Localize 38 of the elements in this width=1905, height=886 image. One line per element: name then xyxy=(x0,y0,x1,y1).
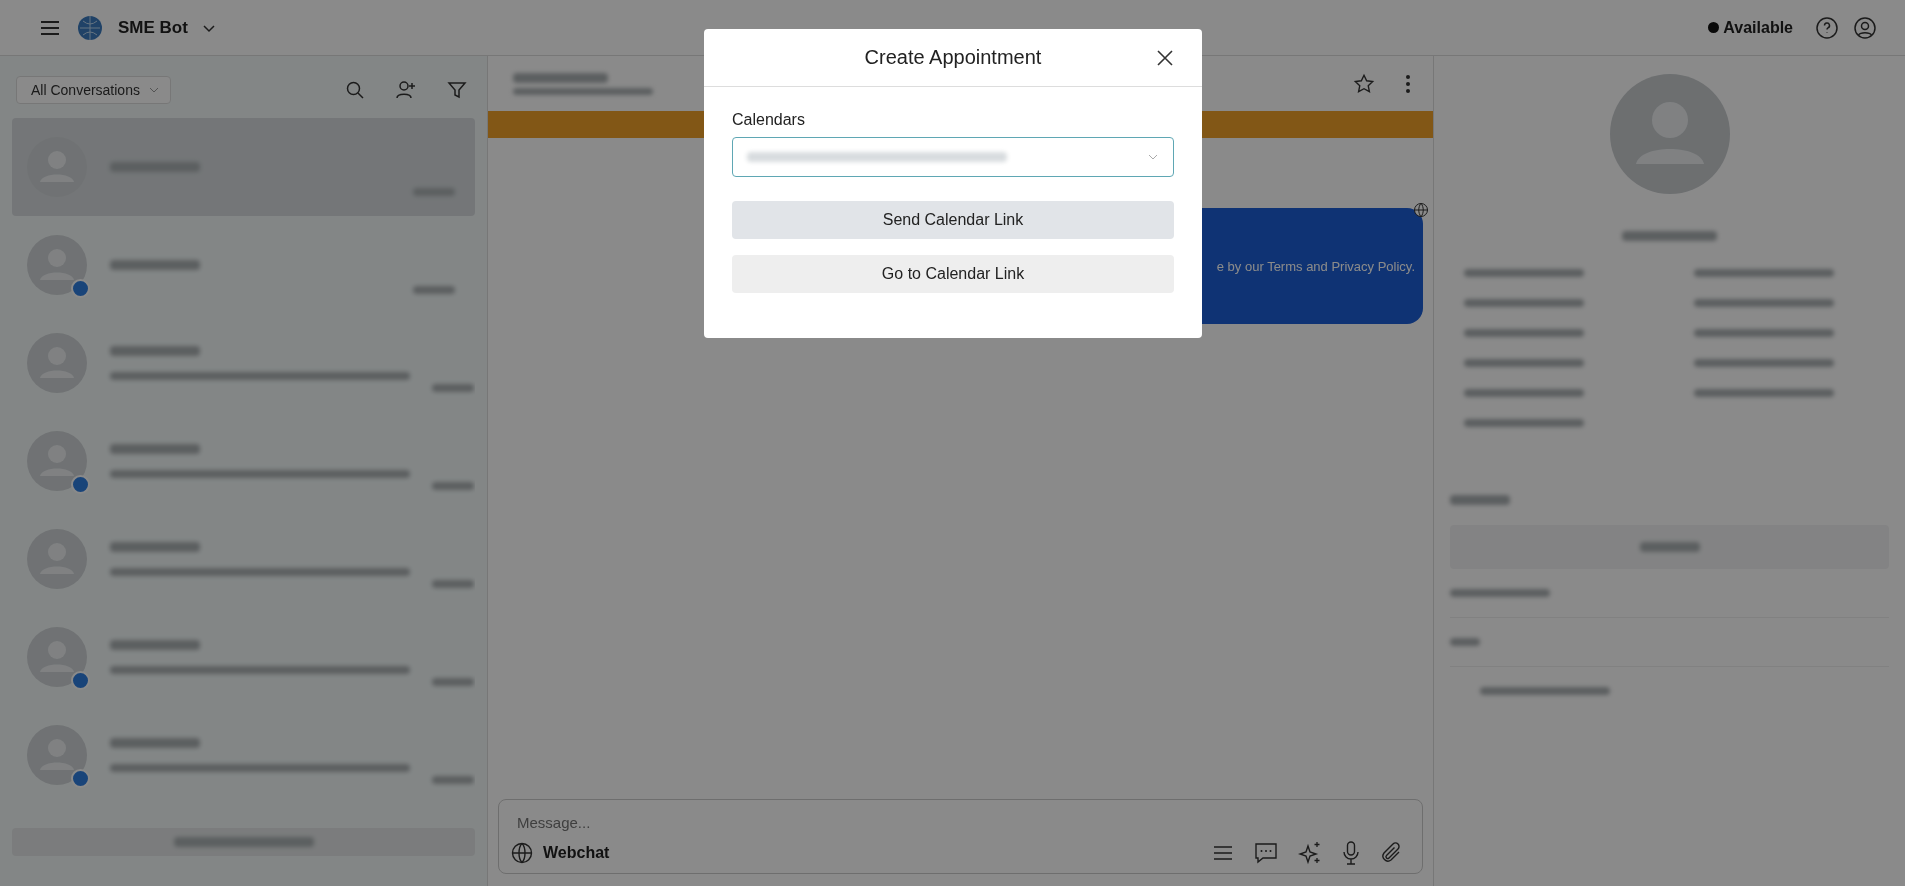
globe-logo-icon xyxy=(76,13,104,42)
redacted-text xyxy=(432,678,474,686)
close-icon[interactable] xyxy=(1156,49,1174,67)
field-label: Calendars xyxy=(732,111,806,129)
workspace-name[interactable]: SME Bot xyxy=(118,17,188,38)
help-icon[interactable] xyxy=(1815,15,1839,40)
dialog-button[interactable]: Send Calendar Link xyxy=(732,201,1174,239)
message-text: e by our Terms and Privacy Policy. xyxy=(1216,258,1415,274)
avatar-icon xyxy=(1607,72,1732,196)
redacted-text xyxy=(432,384,474,392)
dialog-button[interactable]: Go to Calendar Link xyxy=(732,255,1174,293)
filter-icon[interactable] xyxy=(447,80,467,100)
paperclip-icon[interactable] xyxy=(1380,841,1402,865)
microphone-icon[interactable] xyxy=(1342,841,1360,865)
channel-label[interactable]: Webchat xyxy=(543,844,610,862)
avatar-icon xyxy=(26,430,88,492)
redacted-text xyxy=(413,286,455,294)
redacted-text xyxy=(432,580,474,588)
redacted-text xyxy=(432,776,474,784)
star-icon[interactable] xyxy=(1353,72,1375,95)
user-account-icon[interactable] xyxy=(1853,15,1877,40)
avatar-icon xyxy=(26,234,88,296)
more-options-icon[interactable] xyxy=(1405,73,1411,94)
search-icon[interactable] xyxy=(345,80,365,100)
add-user-icon[interactable] xyxy=(395,80,417,100)
conversation-filter-dropdown[interactable]: All Conversations xyxy=(16,76,171,104)
globe-icon xyxy=(1413,202,1429,218)
avatar-icon xyxy=(26,626,88,688)
redacted-text xyxy=(432,482,474,490)
message-composer[interactable]: Message... Webchat xyxy=(498,799,1423,874)
avatar-icon xyxy=(26,724,88,786)
calendar-select[interactable] xyxy=(732,137,1174,177)
globe-icon xyxy=(511,842,533,864)
sparkle-icon[interactable] xyxy=(1298,841,1322,865)
dialog-title: Create Appointment xyxy=(864,46,1042,69)
redacted-text xyxy=(1450,495,1510,505)
status-label[interactable]: Available xyxy=(1723,18,1793,37)
chat-bubble-icon[interactable] xyxy=(1254,842,1278,864)
